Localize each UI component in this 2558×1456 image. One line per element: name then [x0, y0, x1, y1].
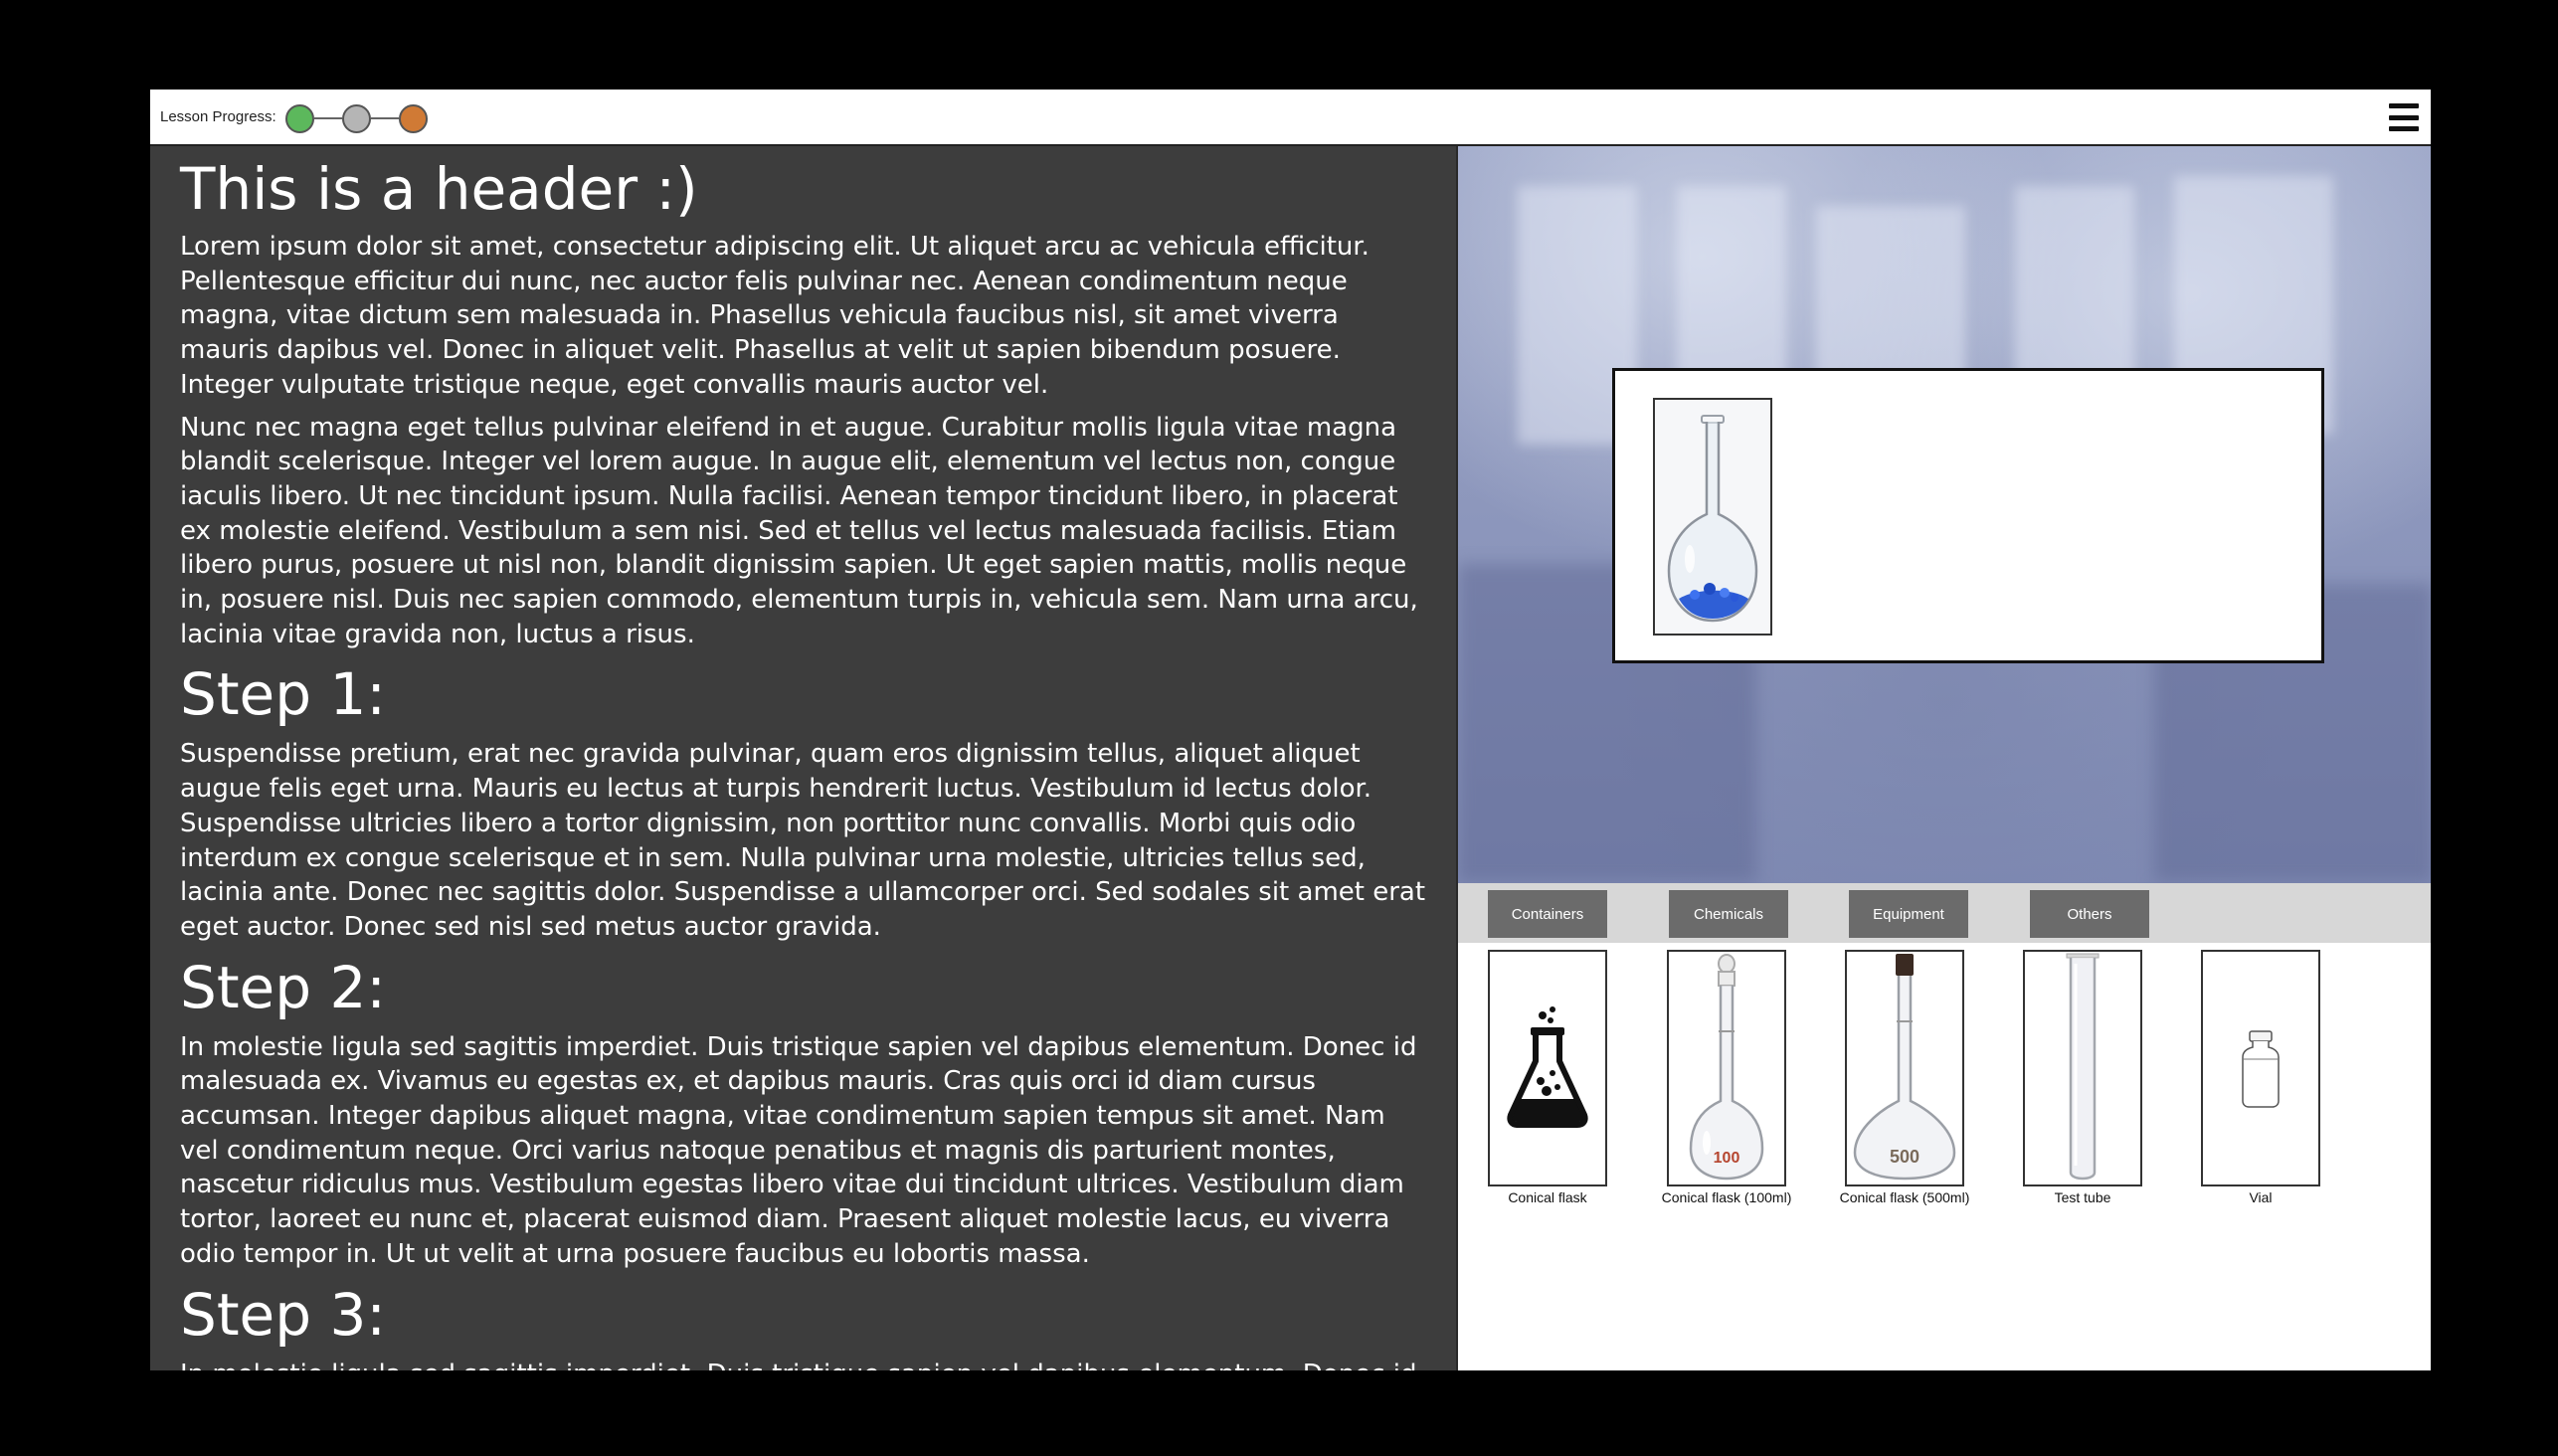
step-3-text: In molestie ligula sed sagittis imperdie…	[180, 1358, 1426, 1370]
item-volumetric-flask-100ml[interactable]: 100 Conical flask (100ml)	[1662, 950, 1791, 1206]
progress-step-3[interactable]	[399, 103, 428, 133]
progress-connector	[371, 117, 399, 119]
intro-paragraph-1: Lorem ipsum dolor sit amet, consectetur …	[180, 232, 1370, 400]
item-test-tube[interactable]: Test tube	[2023, 950, 2142, 1206]
lab-app: Lesson Progress: This is a header :) Lor…	[150, 90, 2431, 1370]
item-label: Vial	[2249, 1189, 2273, 1205]
menu-bar	[2389, 114, 2419, 120]
round-flask-icon	[1655, 400, 1770, 634]
tab-others[interactable]: Others	[2030, 890, 2149, 938]
menu-bar	[2389, 103, 2419, 108]
step-3-title: Step 3:	[180, 1280, 386, 1349]
volumetric-flask-500ml-icon: 500	[1853, 954, 1956, 1181]
conical-flask-icon	[1507, 1006, 1588, 1128]
lesson-progress-tracker	[285, 103, 428, 133]
step-2-text: In molestie ligula sed sagittis imperdie…	[180, 1031, 1417, 1269]
lesson-content[interactable]: This is a header :) Lorem ipsum dolor si…	[150, 146, 1456, 1370]
item-vial[interactable]: Vial	[2201, 950, 2320, 1206]
flask-volume-mark: 100	[1714, 1150, 1740, 1167]
progress-connector	[314, 117, 342, 119]
category-tabs: Containers Chemicals Equipment Others	[1458, 883, 2431, 943]
step-1-title: Step 1:	[180, 660, 386, 729]
item-card[interactable]: 500	[1845, 950, 1964, 1186]
intro-paragraph-2: Nunc nec magna eget tellus pulvinar elei…	[180, 412, 1418, 649]
step-1-text: Suspendisse pretium, erat nec gravida pu…	[180, 739, 1426, 942]
item-label: Conical flask	[1508, 1189, 1587, 1205]
test-tube-icon	[2066, 953, 2100, 1181]
item-card[interactable]	[2023, 950, 2142, 1186]
item-label: Conical flask (100ml)	[1661, 1189, 1792, 1205]
item-card[interactable]	[1488, 950, 1607, 1186]
lab-panel: Containers Chemicals Equipment Others Co…	[1456, 146, 2431, 1370]
lesson-header: This is a header :)	[180, 155, 698, 223]
volumetric-flask-100ml-icon: 100	[1689, 954, 1764, 1181]
workbench-flask-item[interactable]	[1653, 398, 1772, 636]
lab-background-view	[1458, 146, 2431, 883]
workbench-area[interactable]	[1612, 368, 2324, 663]
progress-step-2[interactable]	[342, 103, 371, 133]
lesson-progress-label: Lesson Progress:	[160, 108, 276, 125]
item-conical-flask[interactable]: Conical flask	[1488, 950, 1607, 1206]
vial-icon	[2242, 1030, 2280, 1108]
menu-bar	[2389, 126, 2419, 131]
equipment-items: Conical flask 100 Conical flask (100ml)	[1458, 943, 2431, 1370]
item-card[interactable]	[2201, 950, 2320, 1186]
item-label: Test tube	[2054, 1189, 2111, 1205]
tab-equipment[interactable]: Equipment	[1849, 890, 1968, 938]
progress-step-1[interactable]	[285, 103, 314, 133]
item-card[interactable]: 100	[1667, 950, 1786, 1186]
tab-chemicals[interactable]: Chemicals	[1669, 890, 1788, 938]
item-volumetric-flask-500ml[interactable]: 500 Conical flask (500ml)	[1840, 950, 1969, 1206]
hamburger-menu-icon[interactable]	[2389, 103, 2419, 131]
top-bar: Lesson Progress:	[150, 90, 2431, 146]
step-2-title: Step 2:	[180, 953, 386, 1021]
flask-volume-mark: 500	[1890, 1147, 1919, 1167]
item-label: Conical flask (500ml)	[1839, 1189, 1970, 1205]
tab-containers[interactable]: Containers	[1488, 890, 1607, 938]
